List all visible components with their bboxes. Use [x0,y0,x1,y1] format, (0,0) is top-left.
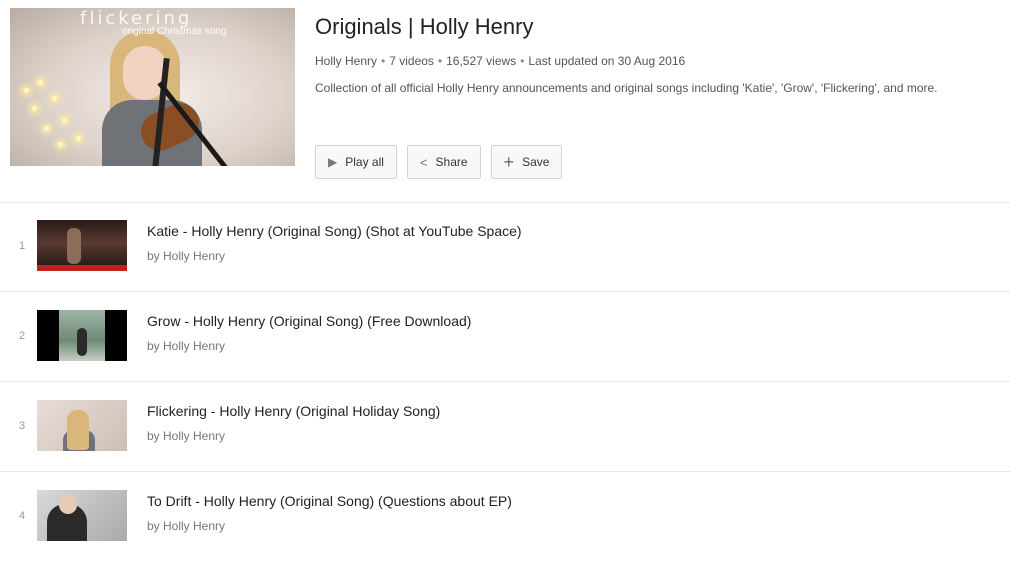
video-thumbnail[interactable] [37,400,127,451]
item-index: 3 [18,420,26,432]
playlist-video-list: 1 Katie - Holly Henry (Original Song) (S… [0,202,1010,561]
video-byline: by Holly Henry [147,429,226,443]
meta-separator: • [520,54,525,68]
share-button[interactable]: < Share [406,145,481,179]
video-byline: by Holly Henry [147,339,226,353]
video-thumbnail[interactable] [37,490,127,541]
share-icon: < [419,154,428,170]
playlist-item[interactable]: 1 Katie - Holly Henry (Original Song) (S… [0,202,1010,292]
play-all-label: Play all [345,155,384,169]
item-index: 2 [18,330,26,342]
playlist-item[interactable]: 2 Grow - Holly Henry (Original Song) (Fr… [0,292,1010,382]
play-icon: ▶ [328,155,338,169]
video-byline: by Holly Henry [147,519,226,533]
playlist-title: Originals | Holly Henry [315,14,534,39]
playlist-item[interactable]: 3 Flickering - Holly Henry (Original Hol… [0,382,1010,472]
playlist-description: Collection of all official Holly Henry a… [315,81,938,95]
video-title[interactable]: Flickering - Holly Henry (Original Holid… [147,403,440,419]
playlist-info: Originals | Holly Henry Holly Henry • 7 vi… [315,8,1010,179]
save-button[interactable]: + Save [490,145,563,179]
last-updated: Last updated on 30 Aug 2016 [528,54,686,68]
video-title[interactable]: Katie - Holly Henry (Original Song) (Sho… [147,223,522,239]
playlist-item[interactable]: 4 To Drift - Holly Henry (Original Song)… [0,472,1010,561]
view-count: 16,527 views [446,54,517,68]
video-count: 7 videos [389,54,434,68]
video-title[interactable]: Grow - Holly Henry (Original Song) (Free… [147,313,471,329]
share-label: Share [435,155,468,169]
thumbnail-overlay-subtitle: original Christmas song [122,26,227,37]
item-index: 1 [18,240,26,252]
play-all-button[interactable]: ▶ Play all [315,145,397,179]
playlist-meta: Holly Henry • 7 videos • 16,527 views • Last u… [315,54,1010,68]
video-thumbnail[interactable] [37,310,127,361]
video-thumbnail[interactable] [37,220,127,271]
video-title[interactable]: To Drift - Holly Henry (Original Song) (… [147,493,512,509]
playlist-owner[interactable]: Holly Henry [315,54,377,68]
meta-separator: • [437,54,443,68]
string-lights [18,78,88,158]
playlist-thumbnail[interactable]: flickering original Christmas song [10,8,295,166]
save-label: Save [522,155,550,169]
playlist-actions: ▶ Play all < Share + Save [315,145,563,179]
meta-separator: • [381,54,386,68]
playlist-header: flickering original Christmas song Origi… [10,8,1010,193]
video-byline: by Holly Henry [147,249,226,263]
plus-icon: + [503,152,515,172]
item-index: 4 [18,510,26,522]
